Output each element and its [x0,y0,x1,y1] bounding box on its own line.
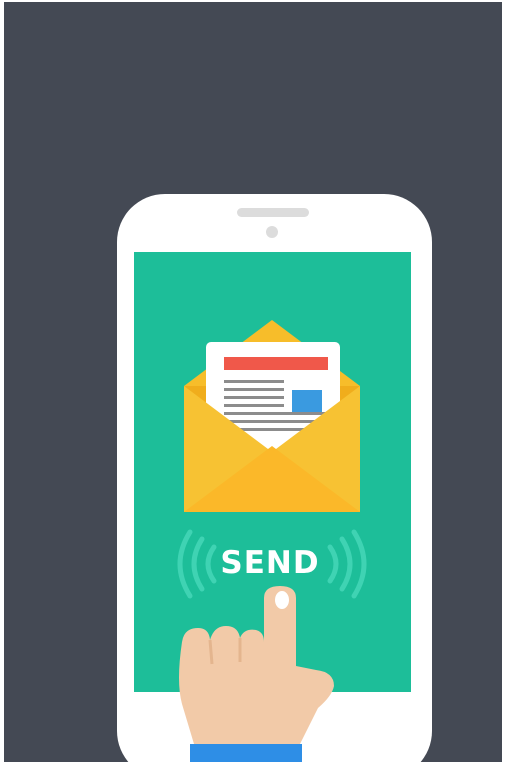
open-envelope-icon [184,320,360,512]
sleeve [190,744,302,762]
illustration-canvas: SEND [4,2,502,762]
letter-line [224,396,284,399]
phone-speaker [237,208,309,217]
phone-camera [266,226,278,238]
fingernail [275,591,289,609]
letter-line [224,380,284,383]
send-button[interactable]: SEND [200,543,340,583]
knuckle-line [208,639,214,665]
letter-line [224,412,328,415]
letter-header [224,357,328,370]
phone-illustration [4,2,502,762]
letter-image [292,390,322,412]
letter-line [224,388,284,391]
letter-line [224,404,284,407]
